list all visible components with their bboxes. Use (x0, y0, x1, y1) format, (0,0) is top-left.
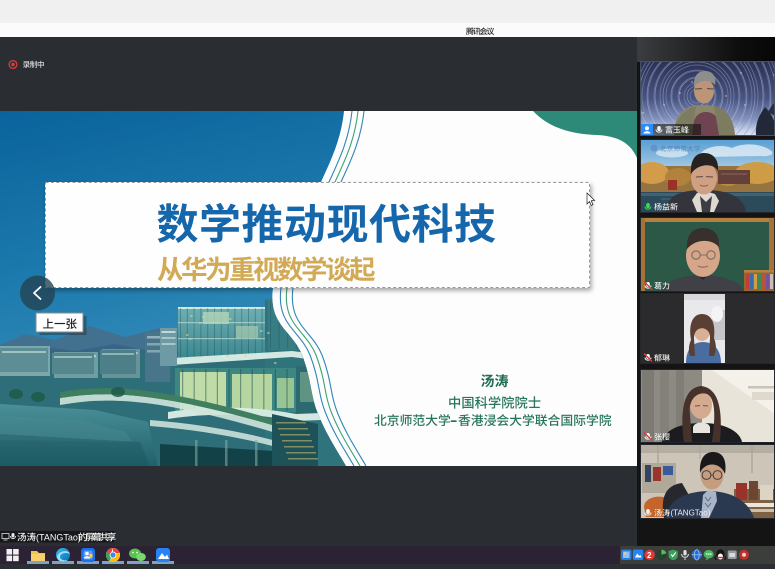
svg-text:(TANGTao): (TANGTao) (671, 509, 711, 518)
svg-text:2: 2 (647, 551, 652, 560)
svg-text:(TANGTao): (TANGTao) (36, 533, 81, 543)
